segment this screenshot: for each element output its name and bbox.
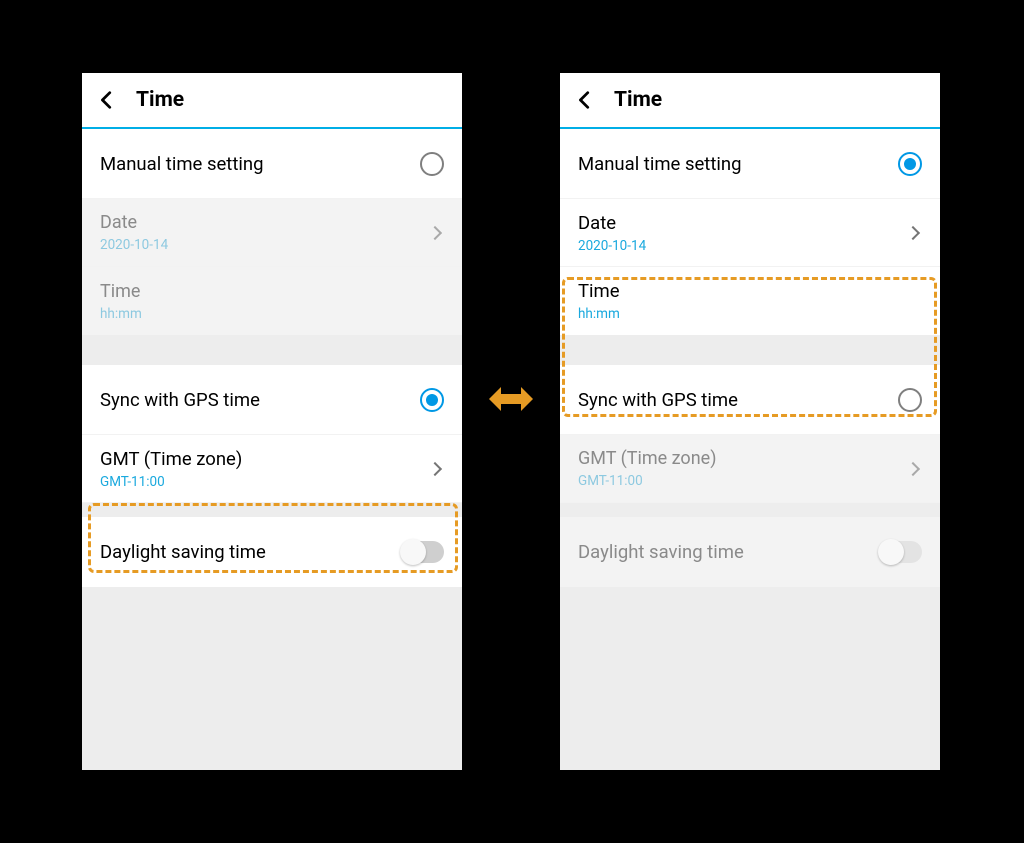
- phone-screen-gps-mode: Time Manual time setting Date 2020-10-14…: [82, 73, 462, 770]
- radio-unselected-icon[interactable]: [898, 388, 922, 412]
- header-bar: Time: [560, 73, 940, 129]
- time-label: Time: [100, 281, 142, 302]
- page-title: Time: [614, 88, 662, 112]
- gmt-label: GMT (Time zone): [100, 448, 242, 470]
- radio-selected-icon[interactable]: [898, 152, 922, 176]
- date-label: Date: [578, 212, 646, 234]
- back-icon[interactable]: [96, 89, 118, 111]
- sync-gps-label: Sync with GPS time: [578, 389, 738, 411]
- radio-selected-icon[interactable]: [420, 388, 444, 412]
- manual-time-label: Manual time setting: [578, 153, 742, 175]
- sync-gps-row[interactable]: Sync with GPS time: [560, 365, 940, 435]
- date-row-disabled: Date 2020-10-14: [82, 199, 462, 267]
- chevron-right-icon: [906, 461, 920, 475]
- date-row[interactable]: Date 2020-10-14: [560, 199, 940, 267]
- date-value: 2020-10-14: [100, 237, 168, 253]
- sync-gps-label: Sync with GPS time: [100, 389, 260, 411]
- gmt-value: GMT-11:00: [100, 474, 242, 490]
- swap-arrow-icon: [487, 379, 535, 419]
- manual-time-row[interactable]: Manual time setting: [560, 129, 940, 199]
- chevron-right-icon: [428, 225, 442, 239]
- section-gap: [560, 503, 940, 517]
- section-gap: [560, 335, 940, 365]
- section-gap: [82, 335, 462, 365]
- phone-screen-manual-mode: Time Manual time setting Date 2020-10-14…: [560, 73, 940, 770]
- manual-time-label: Manual time setting: [100, 153, 264, 175]
- time-label: Time: [578, 280, 620, 302]
- chevron-right-icon: [428, 461, 442, 475]
- dst-row[interactable]: Daylight saving time: [82, 517, 462, 587]
- sync-gps-row[interactable]: Sync with GPS time: [82, 365, 462, 435]
- radio-unselected-icon[interactable]: [420, 152, 444, 176]
- time-value: hh:mm: [100, 306, 142, 322]
- page-title: Time: [136, 88, 184, 112]
- gmt-row-disabled: GMT (Time zone) GMT-11:00: [560, 435, 940, 503]
- toggle-off-icon: [880, 541, 922, 563]
- chevron-right-icon: [906, 225, 920, 239]
- manual-time-row[interactable]: Manual time setting: [82, 129, 462, 199]
- toggle-off-icon[interactable]: [402, 541, 444, 563]
- header-bar: Time: [82, 73, 462, 129]
- gmt-label: GMT (Time zone): [578, 448, 716, 469]
- section-gap: [82, 503, 462, 517]
- gmt-row[interactable]: GMT (Time zone) GMT-11:00: [82, 435, 462, 503]
- back-icon[interactable]: [574, 89, 596, 111]
- time-row[interactable]: Time hh:mm: [560, 267, 940, 335]
- time-row-disabled: Time hh:mm: [82, 267, 462, 335]
- time-value: hh:mm: [578, 306, 620, 322]
- date-value: 2020-10-14: [578, 238, 646, 254]
- gmt-value: GMT-11:00: [578, 473, 716, 489]
- dst-label: Daylight saving time: [100, 541, 266, 563]
- dst-row-disabled: Daylight saving time: [560, 517, 940, 587]
- dst-label: Daylight saving time: [578, 541, 744, 563]
- date-label: Date: [100, 212, 168, 233]
